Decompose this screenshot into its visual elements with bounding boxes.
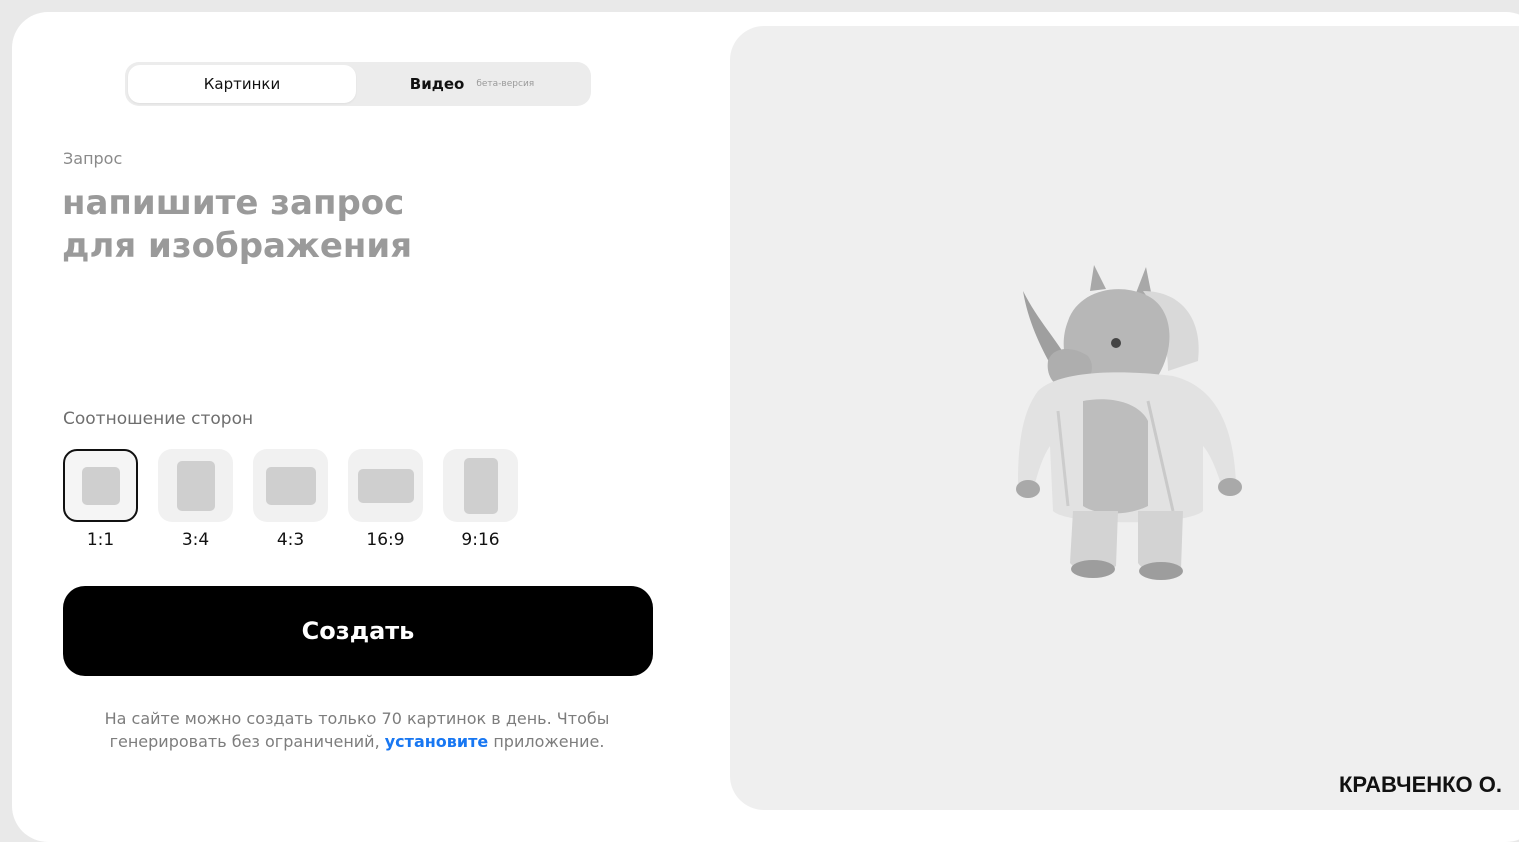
- ratio-option-9-16[interactable]: 9:16: [443, 449, 518, 550]
- ratio-label: 4:3: [276, 530, 305, 550]
- ratio-portrait-icon: [176, 460, 215, 511]
- ratio-preview-box: [253, 449, 328, 522]
- ratio-option-1-1[interactable]: 1:1: [63, 449, 138, 550]
- tab-video[interactable]: Видео бета-версия: [356, 65, 588, 103]
- ratio-option-4-3[interactable]: 4:3: [253, 449, 328, 550]
- limit-note: На сайте можно создать только 70 картино…: [102, 707, 612, 753]
- tab-images-label: Картинки: [203, 75, 281, 93]
- ratio-wide-icon: [357, 468, 414, 503]
- ratio-tall-icon: [463, 457, 498, 514]
- query-input[interactable]: [62, 182, 622, 372]
- mode-tabs: Картинки Видео бета-версия: [125, 62, 591, 106]
- ratio-square-icon: [81, 466, 120, 505]
- tab-video-label: Видео: [409, 75, 465, 93]
- create-button[interactable]: Создать: [63, 586, 653, 676]
- ratio-label: 9:16: [461, 530, 500, 550]
- ratio-preview-box: [348, 449, 423, 522]
- aspect-ratio-label: Соотношение сторон: [63, 409, 254, 429]
- author-watermark: КРАВЧЕНКО О.: [1339, 772, 1503, 797]
- beta-badge: бета-версия: [476, 79, 535, 89]
- aspect-ratio-options: 1:1 3:4 4:3 16:9 9:16: [63, 449, 518, 550]
- ratio-preview-box: [443, 449, 518, 522]
- rhino-in-jacket-illustration: [1016, 265, 1242, 580]
- tab-images[interactable]: Картинки: [128, 65, 356, 103]
- limit-note-tail: приложение.: [488, 732, 605, 751]
- preview-panel: [730, 26, 1519, 810]
- ratio-option-3-4[interactable]: 3:4: [158, 449, 233, 550]
- ratio-label: 3:4: [181, 530, 210, 550]
- ratio-preview-box: [63, 449, 138, 522]
- ratio-landscape-icon: [265, 466, 316, 505]
- install-app-link[interactable]: установите: [385, 732, 489, 751]
- ratio-label: 1:1: [86, 530, 115, 550]
- query-label: Запрос: [63, 149, 123, 168]
- ratio-option-16-9[interactable]: 16:9: [348, 449, 423, 550]
- generator-card: Картинки Видео бета-версия Запрос Соотно…: [12, 12, 1519, 842]
- ratio-preview-box: [158, 449, 233, 522]
- ratio-label: 16:9: [366, 530, 405, 550]
